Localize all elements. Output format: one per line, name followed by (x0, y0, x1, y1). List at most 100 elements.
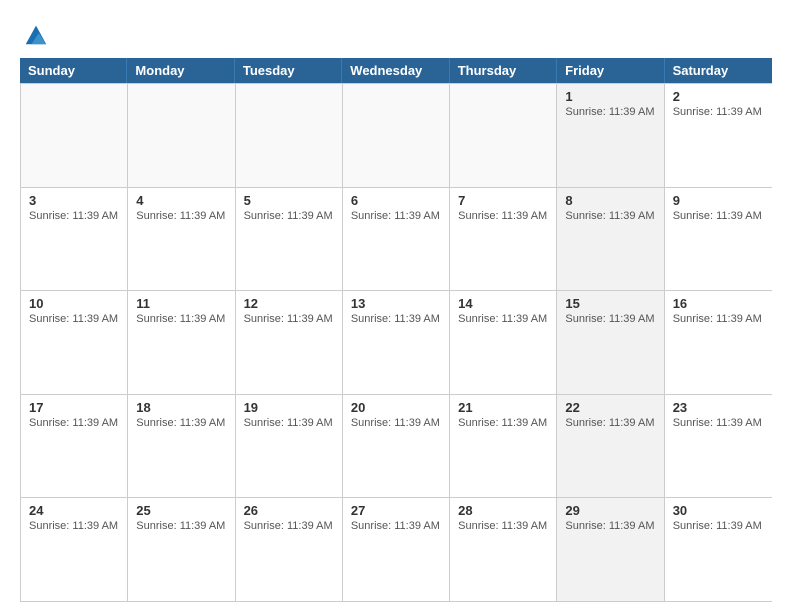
day-number: 15 (565, 296, 655, 311)
day-number: 10 (29, 296, 119, 311)
cal-cell-18: 18 Sunrise: 11:39 AM (128, 395, 235, 498)
cal-cell-25: 25 Sunrise: 11:39 AM (128, 498, 235, 601)
header (20, 20, 772, 48)
cal-cell-empty (21, 84, 128, 187)
cal-cell-21: 21 Sunrise: 11:39 AM (450, 395, 557, 498)
day-number: 12 (244, 296, 334, 311)
cal-cell-29: 29 Sunrise: 11:39 AM (557, 498, 664, 601)
cal-cell-24: 24 Sunrise: 11:39 AM (21, 498, 128, 601)
calendar-week-5: 24Sunrise: 11:39 AM25Sunrise: 11:39 AM26… (21, 497, 772, 601)
day-number: 21 (458, 400, 548, 415)
day-sunrise: Sunrise: 11:39 AM (565, 106, 655, 118)
day-number: 5 (244, 193, 334, 208)
calendar-week-3: 10Sunrise: 11:39 AM11Sunrise: 11:39 AM12… (21, 290, 772, 394)
cal-cell-2: 2Sunrise: 11:39 AM (665, 84, 772, 187)
day-number: 6 (351, 193, 441, 208)
day-number: 16 (673, 296, 764, 311)
day-sunrise: Sunrise: 11:39 AM (673, 106, 764, 118)
day-number: 24 (29, 503, 119, 518)
day-sunrise: Sunrise: 11:39 AM (673, 417, 764, 429)
day-header-monday: Monday (127, 58, 234, 83)
day-sunrise: Sunrise: 11:39 AM (351, 520, 441, 532)
day-number: 18 (136, 400, 226, 415)
day-sunrise: Sunrise: 11:39 AM (673, 313, 764, 325)
day-sunrise: Sunrise: 11:39 AM (458, 520, 548, 532)
day-number: 22 (565, 400, 655, 415)
cal-cell-1: 1 Sunrise: 11:39 AM (557, 84, 664, 187)
day-number: 11 (136, 296, 226, 311)
day-sunrise: Sunrise: 11:39 AM (244, 417, 334, 429)
day-sunrise: Sunrise: 11:39 AM (565, 417, 655, 429)
day-number: 13 (351, 296, 441, 311)
cal-cell-16: 16 Sunrise: 11:39 AM (665, 291, 772, 394)
day-number: 1 (565, 89, 655, 104)
calendar-body: 1Sunrise: 11:39 AM2Sunrise: 11:39 AM3Sun… (20, 83, 772, 602)
day-number: 26 (244, 503, 334, 518)
cal-cell-3: 3 Sunrise: 11:39 AM (21, 188, 128, 291)
cal-cell-22: 22 Sunrise: 11:39 AM (557, 395, 664, 498)
day-sunrise: Sunrise: 11:39 AM (458, 210, 548, 222)
cal-cell-9: 9 Sunrise: 11:39 AM (665, 188, 772, 291)
day-number: 8 (565, 193, 655, 208)
day-number: 14 (458, 296, 548, 311)
day-sunrise: Sunrise: 11:39 AM (351, 417, 441, 429)
day-number: 25 (136, 503, 226, 518)
day-sunrise: Sunrise: 11:39 AM (29, 520, 119, 532)
cal-cell-19: 19 Sunrise: 11:39 AM (236, 395, 343, 498)
day-number: 30 (673, 503, 764, 518)
calendar-week-4: 17Sunrise: 11:39 AM18Sunrise: 11:39 AM19… (21, 394, 772, 498)
day-number: 19 (244, 400, 334, 415)
cal-cell-empty (450, 84, 557, 187)
day-number: 20 (351, 400, 441, 415)
day-sunrise: Sunrise: 11:39 AM (136, 210, 226, 222)
cal-cell-12: 12 Sunrise: 11:39 AM (236, 291, 343, 394)
day-sunrise: Sunrise: 11:39 AM (136, 520, 226, 532)
page: SundayMondayTuesdayWednesdayThursdayFrid… (0, 0, 792, 612)
day-sunrise: Sunrise: 11:39 AM (136, 417, 226, 429)
cal-cell-17: 17 Sunrise: 11:39 AM (21, 395, 128, 498)
day-sunrise: Sunrise: 11:39 AM (244, 210, 334, 222)
calendar-header: SundayMondayTuesdayWednesdayThursdayFrid… (20, 58, 772, 83)
cal-cell-empty (343, 84, 450, 187)
cal-cell-23: 23Sunrise: 11:39 AM (665, 395, 772, 498)
cal-cell-14: 14 Sunrise: 11:39 AM (450, 291, 557, 394)
day-header-saturday: Saturday (665, 58, 772, 83)
day-sunrise: Sunrise: 11:39 AM (136, 313, 226, 325)
cal-cell-empty (128, 84, 235, 187)
cal-cell-5: 5 Sunrise: 11:39 AM (236, 188, 343, 291)
cal-cell-27: 27 Sunrise: 11:39 AM (343, 498, 450, 601)
day-sunrise: Sunrise: 11:39 AM (565, 210, 655, 222)
day-number: 28 (458, 503, 548, 518)
day-sunrise: Sunrise: 11:39 AM (565, 520, 655, 532)
day-sunrise: Sunrise: 11:39 AM (458, 313, 548, 325)
cal-cell-11: 11 Sunrise: 11:39 AM (128, 291, 235, 394)
day-sunrise: Sunrise: 11:39 AM (29, 417, 119, 429)
cal-cell-20: 20 Sunrise: 11:39 AM (343, 395, 450, 498)
day-sunrise: Sunrise: 11:39 AM (244, 313, 334, 325)
day-sunrise: Sunrise: 11:39 AM (351, 210, 441, 222)
day-sunrise: Sunrise: 11:39 AM (458, 417, 548, 429)
day-sunrise: Sunrise: 11:39 AM (673, 210, 764, 222)
day-header-sunday: Sunday (20, 58, 127, 83)
day-number: 17 (29, 400, 119, 415)
cal-cell-30: 30 Sunrise: 11:39 AM (665, 498, 772, 601)
day-sunrise: Sunrise: 11:39 AM (244, 520, 334, 532)
calendar: SundayMondayTuesdayWednesdayThursdayFrid… (20, 58, 772, 602)
day-header-wednesday: Wednesday (342, 58, 449, 83)
day-number: 9 (673, 193, 764, 208)
calendar-week-2: 3Sunrise: 11:39 AM4Sunrise: 11:39 AM5Sun… (21, 187, 772, 291)
cal-cell-8: 8 Sunrise: 11:39 AM (557, 188, 664, 291)
day-sunrise: Sunrise: 11:39 AM (565, 313, 655, 325)
cal-cell-13: 13 Sunrise: 11:39 AM (343, 291, 450, 394)
day-number: 7 (458, 193, 548, 208)
cal-cell-26: 26 Sunrise: 11:39 AM (236, 498, 343, 601)
day-sunrise: Sunrise: 11:39 AM (673, 520, 764, 532)
day-number: 29 (565, 503, 655, 518)
day-sunrise: Sunrise: 11:39 AM (29, 210, 119, 222)
day-sunrise: Sunrise: 11:39 AM (351, 313, 441, 325)
cal-cell-4: 4Sunrise: 11:39 AM (128, 188, 235, 291)
cal-cell-15: 15 Sunrise: 11:39 AM (557, 291, 664, 394)
day-number: 3 (29, 193, 119, 208)
day-number: 27 (351, 503, 441, 518)
logo-icon (22, 20, 50, 48)
